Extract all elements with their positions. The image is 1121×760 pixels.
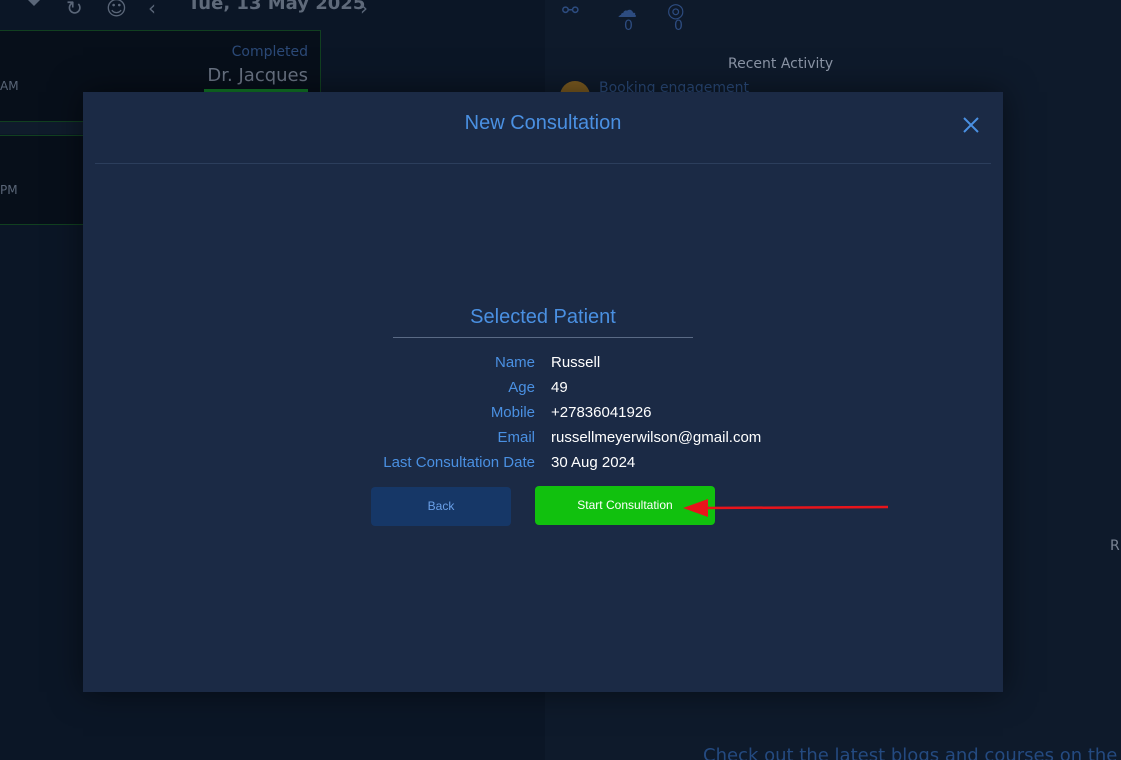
annotation-arrow-icon: [683, 499, 889, 517]
